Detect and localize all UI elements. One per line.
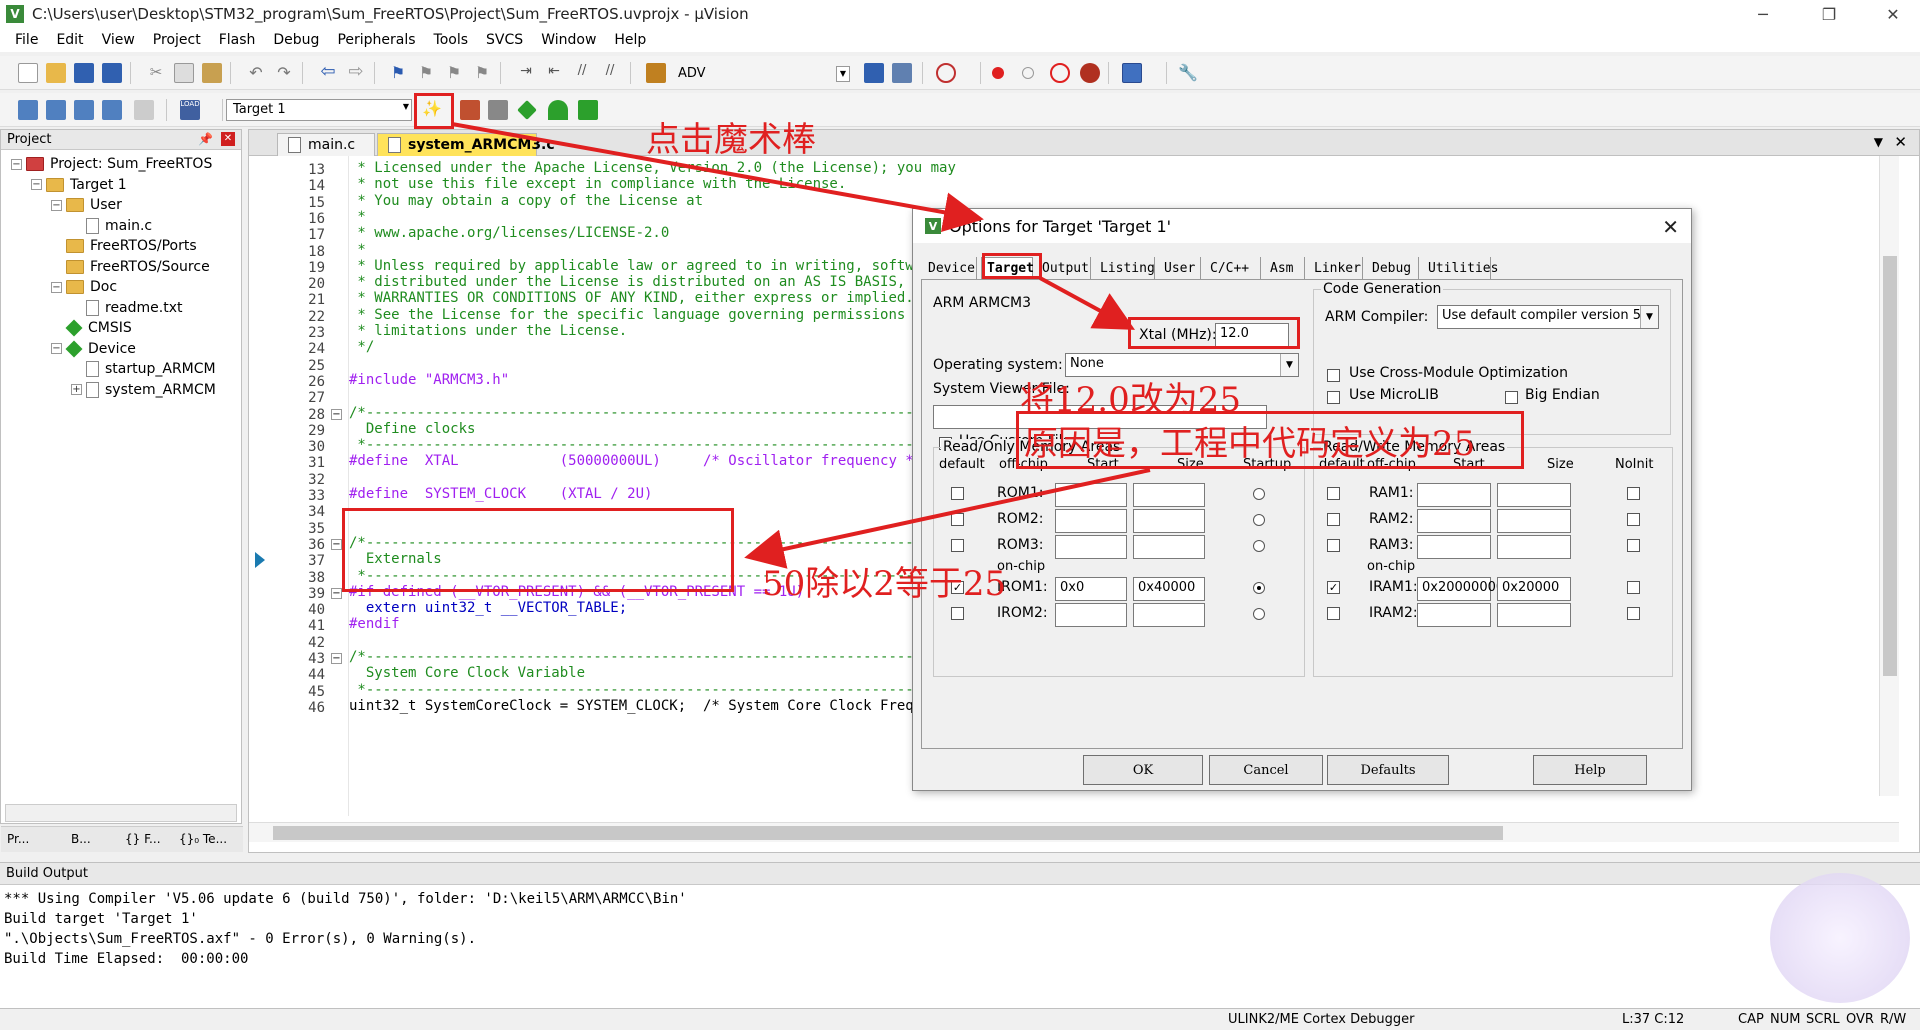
- status-scrl: SCRL: [1806, 1012, 1840, 1027]
- annotation-change-to-25: 将12.0改为25: [1020, 380, 1241, 420]
- annotation-click-wand: 点击魔术棒: [646, 120, 816, 160]
- annotation-reason: 原因是，工程中代码定义为25: [1024, 424, 1476, 464]
- arrow-tab-to-xtal: [1039, 276, 1136, 330]
- build-output-line: Build target 'Target 1': [4, 911, 198, 927]
- build-output-line: *** Using Compiler 'V5.06 update 6 (buil…: [4, 891, 687, 907]
- build-output-line: ".\Objects\Sum_FreeRTOS.axf" - 0 Error(s…: [4, 931, 477, 947]
- status-ovr: OVR: [1846, 1012, 1874, 1027]
- annotation-divide: 50除以2等于25: [762, 564, 1007, 604]
- build-output-title: Build Output: [6, 866, 88, 881]
- build-output-header: Build Output: [0, 863, 1920, 885]
- decorative-watermark: [1770, 873, 1910, 1003]
- status-cap: CAP: [1738, 1012, 1764, 1027]
- build-output-line: Build Time Elapsed: 00:00:00: [4, 951, 249, 967]
- build-output-panel: Build Output *** Using Compiler 'V5.06 u…: [0, 862, 1920, 1010]
- status-debugger: ULINK2/ME Cortex Debugger: [1228, 1012, 1415, 1027]
- status-position: L:37 C:12: [1622, 1012, 1685, 1027]
- status-bar: ULINK2/ME Cortex Debugger L:37 C:12 CAP …: [0, 1008, 1920, 1030]
- status-num: NUM: [1770, 1012, 1801, 1027]
- status-rw: R/W: [1880, 1012, 1907, 1027]
- arrow-reason-to-code: [744, 468, 1151, 569]
